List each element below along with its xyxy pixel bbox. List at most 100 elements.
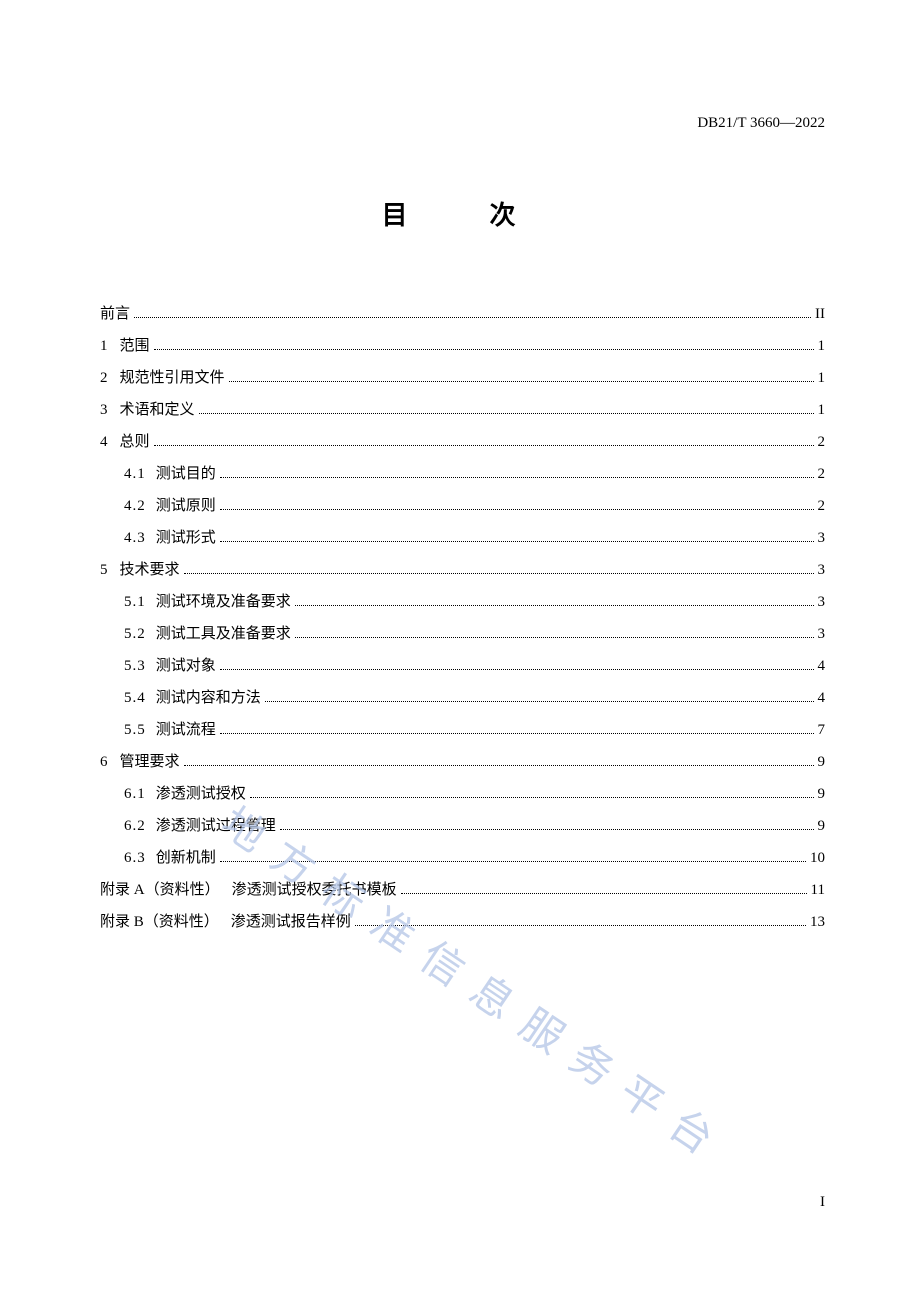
toc-entry-page: 3 bbox=[818, 590, 826, 614]
toc-leader-dots bbox=[265, 701, 814, 702]
toc-entry-number: 5.4 bbox=[124, 686, 146, 710]
toc-leader-dots bbox=[250, 797, 814, 798]
toc-entry-number: 1 bbox=[100, 334, 108, 358]
page-number: I bbox=[820, 1194, 825, 1211]
table-of-contents: 前言II1范围12规范性引用文件13术语和定义14总则24.1测试目的24.2测… bbox=[100, 302, 825, 934]
toc-leader-dots bbox=[134, 317, 811, 318]
document-code: DB21/T 3660—2022 bbox=[697, 115, 825, 132]
toc-entry-page: 13 bbox=[810, 910, 825, 934]
toc-leader-dots bbox=[355, 925, 806, 926]
toc-leader-dots bbox=[220, 733, 814, 734]
toc-leader-dots bbox=[295, 637, 814, 638]
toc-entry-label: 测试对象 bbox=[156, 654, 216, 678]
toc-leader-dots bbox=[401, 893, 807, 894]
toc-entry-number: 5.3 bbox=[124, 654, 146, 678]
toc-title: 目 次 bbox=[100, 195, 825, 232]
toc-entry: 3 术语和定义 1 bbox=[100, 398, 825, 422]
toc-entry-number: 2 bbox=[100, 366, 108, 390]
toc-entry-page: 9 bbox=[818, 750, 826, 774]
toc-entry: 1 范围 1 bbox=[100, 334, 825, 358]
toc-entry-label: 渗透测试授权 bbox=[156, 782, 246, 806]
toc-entry-label: 测试流程 bbox=[156, 718, 216, 742]
toc-entry: 5.1 测试环境及准备要求 3 bbox=[100, 590, 825, 614]
toc-leader-dots bbox=[280, 829, 814, 830]
toc-entry-label: 创新机制 bbox=[156, 846, 216, 870]
toc-entry: 4 总则 2 bbox=[100, 430, 825, 454]
toc-entry: 6 管理要求 9 bbox=[100, 750, 825, 774]
toc-entry-label: 测试内容和方法 bbox=[156, 686, 261, 710]
toc-entry-number: 6.3 bbox=[124, 846, 146, 870]
toc-entry-page: 1 bbox=[818, 398, 826, 422]
toc-entry-number: 5.2 bbox=[124, 622, 146, 646]
toc-entry: 6.1 渗透测试授权 9 bbox=[100, 782, 825, 806]
toc-entry-label: 技术要求 bbox=[120, 558, 180, 582]
toc-entry: 6.3 创新机制 10 bbox=[100, 846, 825, 870]
toc-entry-page: 1 bbox=[818, 334, 826, 358]
toc-leader-dots bbox=[220, 477, 814, 478]
toc-entry-page: 11 bbox=[811, 878, 825, 902]
toc-entry-page: 9 bbox=[818, 782, 826, 806]
toc-entry-page: 1 bbox=[818, 366, 826, 390]
toc-leader-dots bbox=[154, 445, 814, 446]
toc-entry: 5.2测试工具及准备要求3 bbox=[100, 622, 825, 646]
toc-entry: 4.1 测试目的 2 bbox=[100, 462, 825, 486]
toc-entry-number: 6.2 bbox=[124, 814, 146, 838]
toc-entry-number: 5.5 bbox=[124, 718, 146, 742]
toc-entry-page: 2 bbox=[818, 430, 826, 454]
toc-entry-number: 附录 A（资料性） bbox=[100, 878, 220, 902]
toc-entry-number: 6.1 bbox=[124, 782, 146, 806]
toc-entry-page: 9 bbox=[818, 814, 826, 838]
toc-entry-label: 测试形式 bbox=[156, 526, 216, 550]
toc-entry: 前言 II bbox=[100, 302, 825, 326]
toc-entry-label: 测试原则 bbox=[156, 494, 216, 518]
toc-entry-number: 6 bbox=[100, 750, 108, 774]
toc-entry-page: 2 bbox=[818, 462, 826, 486]
toc-entry: 4.3测试形式3 bbox=[100, 526, 825, 550]
toc-leader-dots bbox=[229, 381, 814, 382]
toc-leader-dots bbox=[220, 861, 806, 862]
toc-entry-page: 7 bbox=[818, 718, 826, 742]
toc-entry: 2 规范性引用文件 1 bbox=[100, 366, 825, 390]
toc-leader-dots bbox=[295, 605, 814, 606]
toc-entry-label: 渗透测试报告样例 bbox=[231, 910, 351, 934]
toc-leader-dots bbox=[184, 573, 814, 574]
toc-entry-label: 规范性引用文件 bbox=[120, 366, 225, 390]
toc-entry-number: 5 bbox=[100, 558, 108, 582]
toc-entry-page: 4 bbox=[818, 686, 826, 710]
toc-entry: 5.4 测试内容和方法 4 bbox=[100, 686, 825, 710]
toc-leader-dots bbox=[220, 669, 814, 670]
toc-entry-label: 术语和定义 bbox=[120, 398, 195, 422]
toc-entry-label: 渗透测试授权委托书模板 bbox=[232, 878, 397, 902]
toc-entry: 5.3测试对象4 bbox=[100, 654, 825, 678]
toc-entry: 附录 A（资料性） 渗透测试授权委托书模板 11 bbox=[100, 878, 825, 902]
toc-entry: 6.2 渗透测试过程管理 9 bbox=[100, 814, 825, 838]
toc-entry-number: 4.1 bbox=[124, 462, 146, 486]
toc-entry: 5 技术要求 3 bbox=[100, 558, 825, 582]
toc-entry-number: 5.1 bbox=[124, 590, 146, 614]
toc-entry-page: 10 bbox=[810, 846, 825, 870]
document-page: DB21/T 3660—2022 目 次 前言II1范围12规范性引用文件13术… bbox=[0, 0, 920, 1301]
toc-entry: 5.5 测试流程 7 bbox=[100, 718, 825, 742]
toc-entry-label: 渗透测试过程管理 bbox=[156, 814, 276, 838]
toc-entry-page: 3 bbox=[818, 558, 826, 582]
toc-entry: 4.2 测试原则 2 bbox=[100, 494, 825, 518]
toc-entry-label: 测试环境及准备要求 bbox=[156, 590, 291, 614]
toc-entry-page: II bbox=[815, 302, 825, 326]
toc-entry-number: 附录 B（资料性） bbox=[100, 910, 219, 934]
toc-entry-number: 4 bbox=[100, 430, 108, 454]
toc-leader-dots bbox=[220, 509, 814, 510]
toc-leader-dots bbox=[154, 349, 814, 350]
toc-entry-number: 4.2 bbox=[124, 494, 146, 518]
toc-entry-label: 总则 bbox=[120, 430, 150, 454]
toc-entry-label: 管理要求 bbox=[120, 750, 180, 774]
toc-entry-label: 范围 bbox=[120, 334, 150, 358]
toc-entry-label: 测试目的 bbox=[156, 462, 216, 486]
toc-entry-number: 4.3 bbox=[124, 526, 146, 550]
toc-entry-number: 3 bbox=[100, 398, 108, 422]
toc-entry-page: 3 bbox=[818, 622, 826, 646]
toc-entry: 附录 B（资料性） 渗透测试报告样例 13 bbox=[100, 910, 825, 934]
toc-entry-page: 2 bbox=[818, 494, 826, 518]
toc-leader-dots bbox=[220, 541, 814, 542]
toc-leader-dots bbox=[199, 413, 814, 414]
toc-entry-label: 前言 bbox=[100, 302, 130, 326]
